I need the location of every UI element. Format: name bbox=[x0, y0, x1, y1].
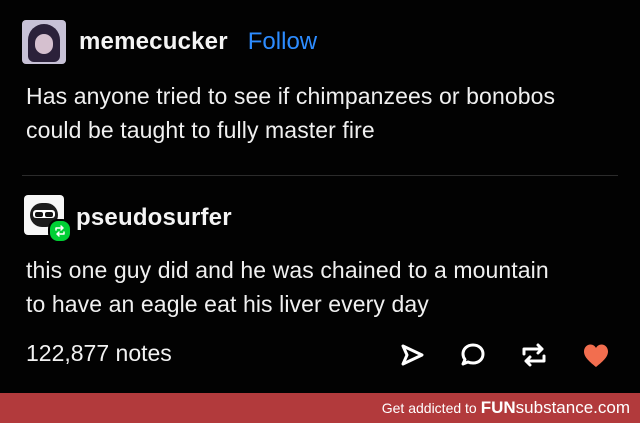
watermark-text: Get addicted to bbox=[381, 400, 477, 416]
original-post-header: memecucker Follow bbox=[22, 20, 317, 64]
watermark-banner: Get addicted to FUNsubstance.com bbox=[0, 393, 640, 423]
brand-rest: substance.com bbox=[515, 398, 630, 417]
speech-bubble-icon bbox=[461, 343, 485, 366]
share-button[interactable] bbox=[392, 335, 432, 375]
reply-button[interactable] bbox=[453, 335, 493, 375]
reblog-icon bbox=[522, 343, 546, 367]
tumblr-post: memecucker Follow Has anyone tried to se… bbox=[0, 0, 640, 393]
reblog-badge-icon bbox=[48, 219, 72, 243]
post-actions bbox=[0, 335, 640, 375]
brand-fun: FUN bbox=[480, 398, 516, 417]
watermark-brand[interactable]: FUNsubstance.com bbox=[481, 398, 630, 418]
reblog-button[interactable] bbox=[514, 335, 554, 375]
divider bbox=[22, 175, 618, 176]
paper-plane-icon bbox=[401, 344, 424, 366]
like-button[interactable] bbox=[576, 335, 616, 375]
original-post-line: Has anyone tried to see if chimpanzees o… bbox=[26, 83, 556, 109]
reply-text: this one guy did and he was chained to a… bbox=[26, 253, 549, 321]
follow-button[interactable]: Follow bbox=[248, 28, 317, 56]
reply-line: to have an eagle eat his liver every day bbox=[26, 291, 429, 317]
reply-line: this one guy did and he was chained to a… bbox=[26, 257, 549, 283]
avatar[interactable] bbox=[22, 20, 66, 64]
original-username[interactable]: memecucker bbox=[79, 28, 228, 56]
reblog-header: pseudosurfer bbox=[24, 195, 232, 243]
original-post-text: Has anyone tried to see if chimpanzees o… bbox=[26, 79, 555, 147]
heart-icon bbox=[584, 344, 608, 367]
reply-username[interactable]: pseudosurfer bbox=[76, 204, 232, 232]
original-post-line: could be taught to fully master fire bbox=[26, 117, 375, 143]
